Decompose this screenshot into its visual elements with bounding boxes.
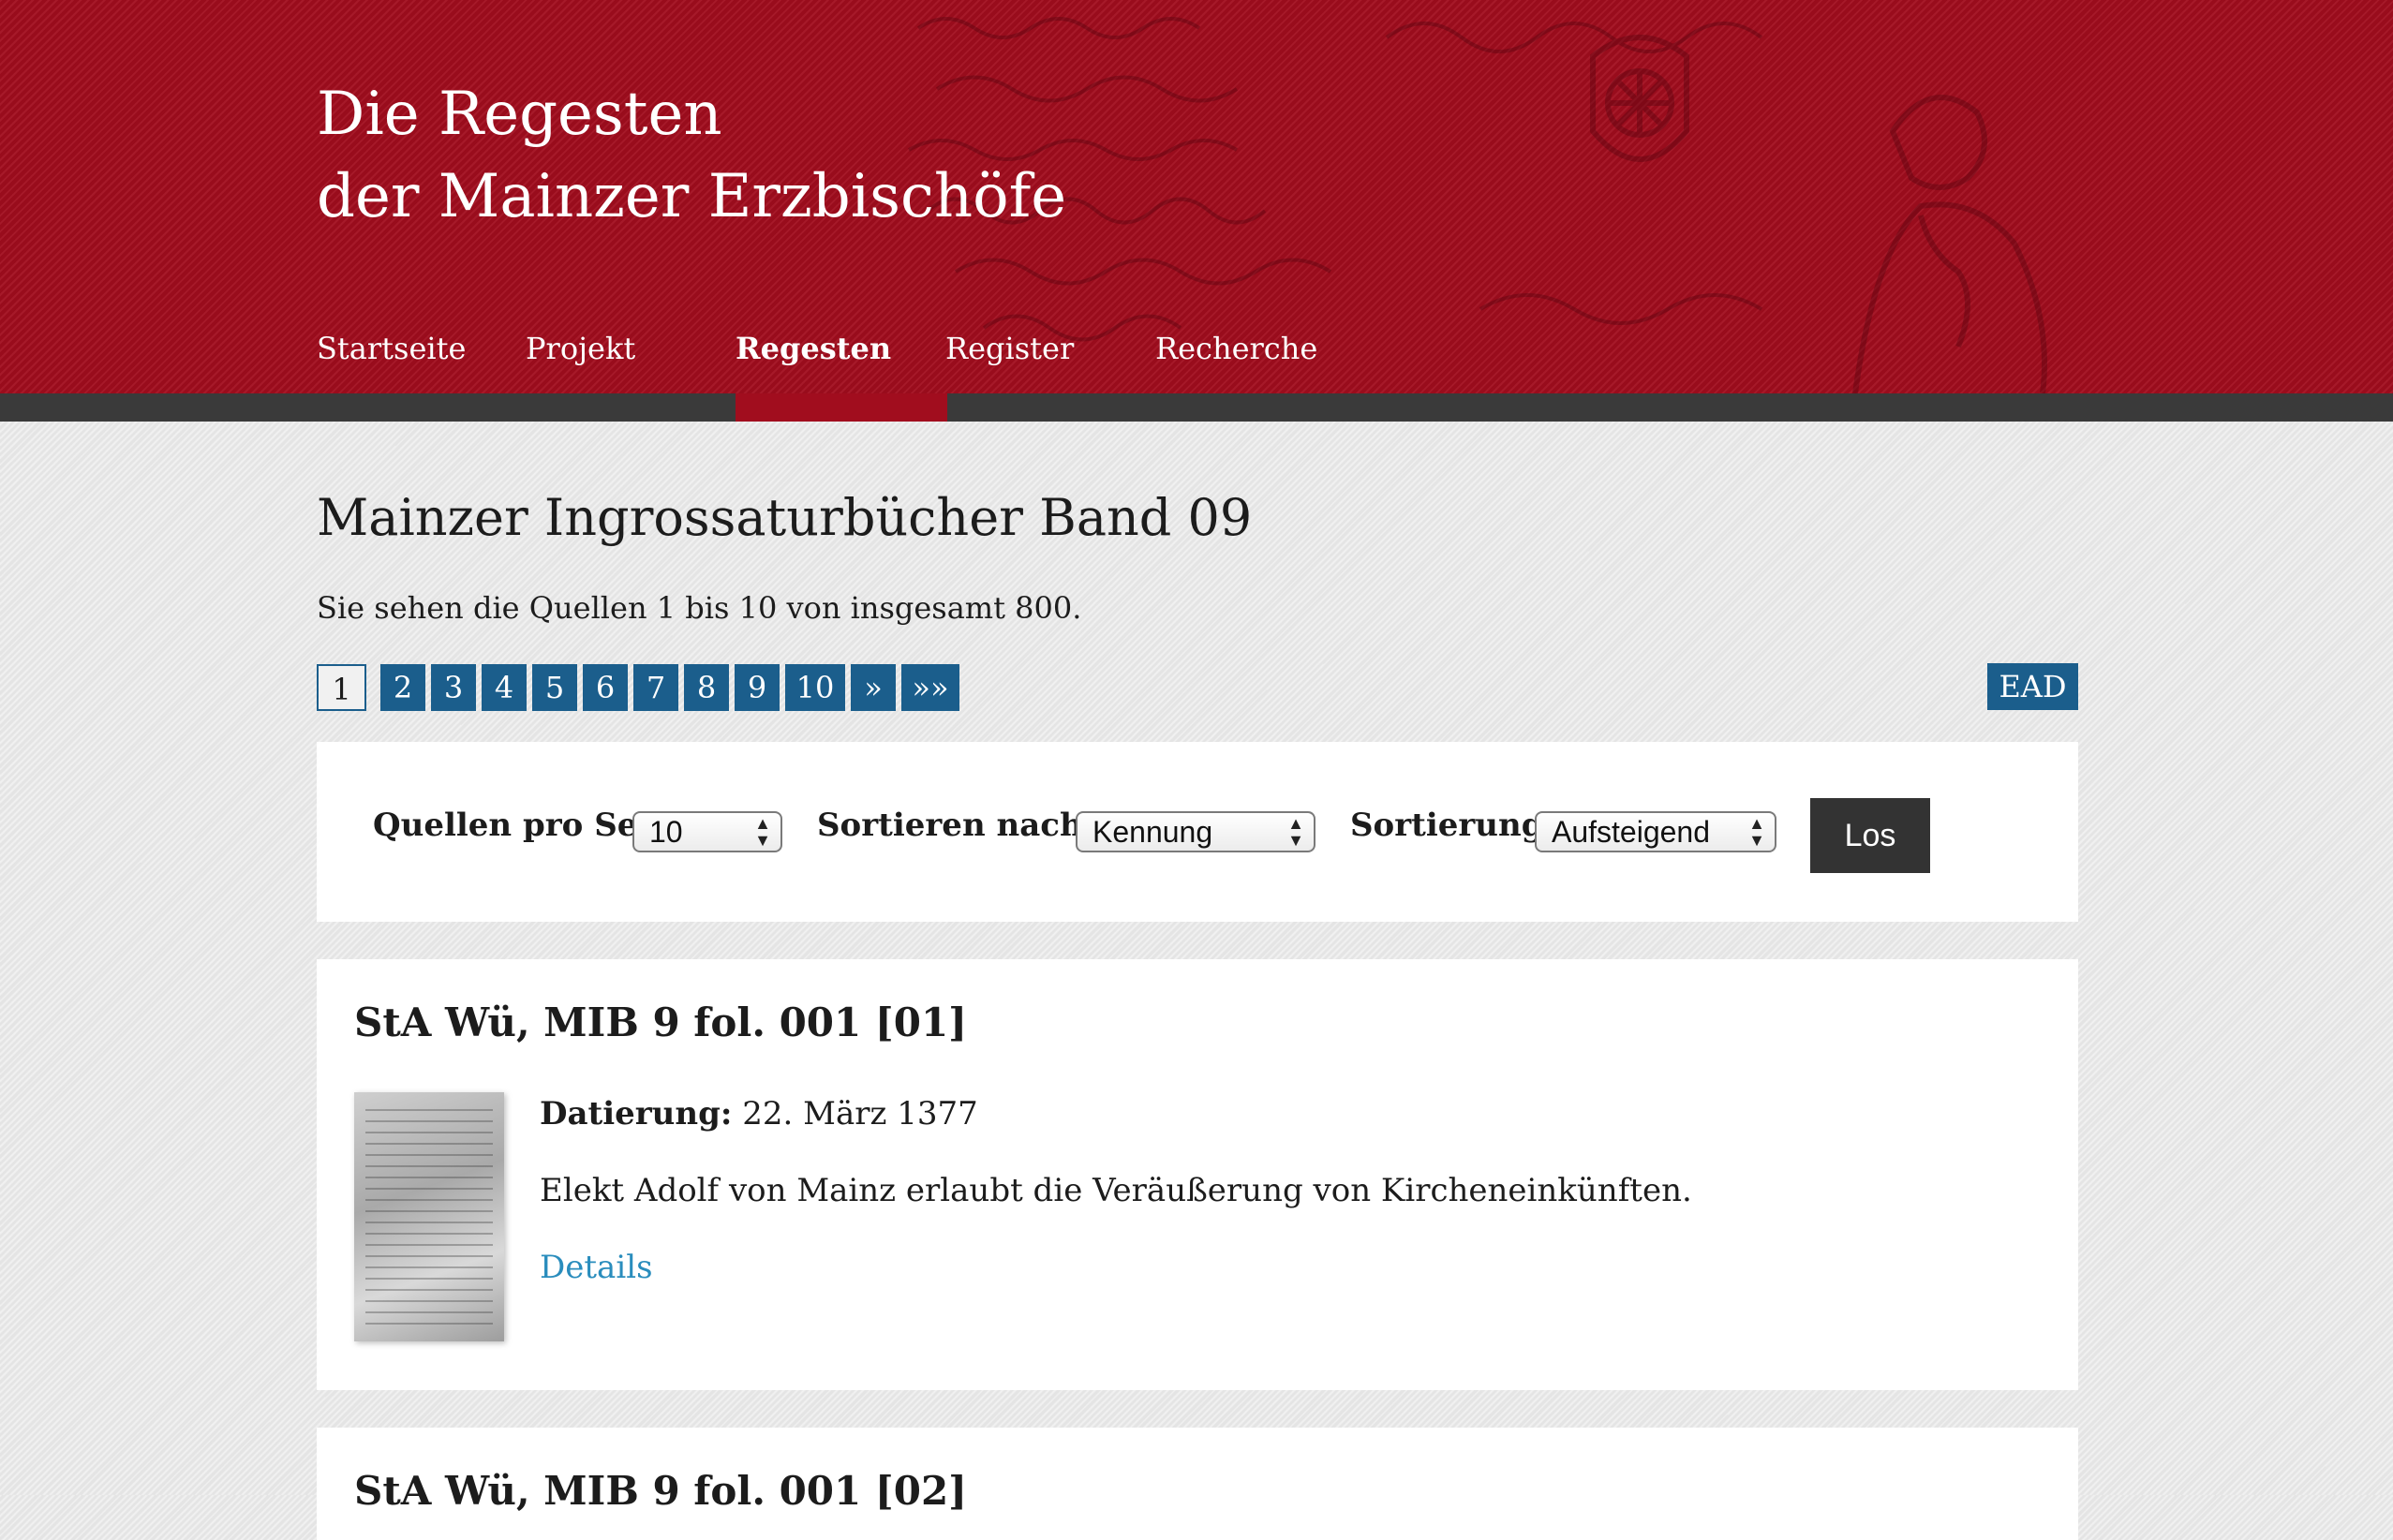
page-title: Mainzer Ingrossaturbücher Band 09 (317, 488, 1253, 547)
record-title[interactable]: StA Wü, MIB 9 fol. 001 [02] (354, 1463, 967, 1519)
record-card: StA Wü, MIB 9 fol. 001 [01] Datierung: 2… (317, 959, 2078, 1390)
nav-active-indicator (736, 393, 947, 422)
nav-item-startseite[interactable]: Startseite (317, 309, 466, 393)
nav-item-projekt[interactable]: Projekt (526, 309, 635, 393)
page-button-9[interactable]: 9 (735, 664, 780, 711)
per-page-select[interactable]: 10 ▲ ▼ (632, 811, 782, 852)
site-title-line-1: Die Regesten (317, 80, 722, 149)
order-select[interactable]: Aufsteigend ▲ ▼ (1535, 811, 1776, 852)
order-label: Sortierung (1350, 807, 1544, 844)
nav-strip (0, 393, 2393, 422)
submit-filter-button[interactable]: Los (1810, 798, 1930, 873)
nav-item-recherche[interactable]: Recherche (1155, 309, 1317, 393)
record-date: Datierung: 22. März 1377 (540, 1092, 978, 1135)
page-button-7[interactable]: 7 (633, 664, 678, 711)
next-page-button[interactable]: » (851, 664, 896, 711)
page-button-10[interactable]: 10 (785, 664, 845, 711)
nav-item-regesten[interactable]: Regesten (736, 309, 891, 393)
page-button-4[interactable]: 4 (482, 664, 527, 711)
select-arrows-icon: ▲ ▼ (754, 814, 771, 850)
site-header: Die Regesten der Mainzer Erzbischöfe Sta… (0, 0, 2393, 393)
record-title[interactable]: StA Wü, MIB 9 fol. 001 [01] (354, 995, 967, 1051)
manuscript-thumbnail[interactable] (354, 1092, 504, 1341)
select-arrows-icon: ▲ ▼ (1748, 814, 1765, 850)
page-button-8[interactable]: 8 (684, 664, 729, 711)
page-button-1[interactable]: 1 (317, 664, 366, 711)
page-button-5[interactable]: 5 (532, 664, 577, 711)
sort-by-value: Kennung (1092, 815, 1213, 849)
nav-item-register[interactable]: Register (945, 309, 1074, 393)
page-button-2[interactable]: 2 (380, 664, 425, 711)
site-title: Die Regesten der Mainzer Erzbischöfe (317, 73, 1066, 238)
result-count-text: Sie sehen die Quellen 1 bis 10 von insge… (317, 590, 1082, 626)
main-nav: Startseite Projekt Regesten Register Rec… (0, 309, 2393, 393)
last-page-button[interactable]: »» (901, 664, 959, 711)
site-title-line-2: der Mainzer Erzbischöfe (317, 162, 1067, 231)
record-card: StA Wü, MIB 9 fol. 001 [02] (317, 1428, 2078, 1540)
page-button-3[interactable]: 3 (431, 664, 476, 711)
per-page-value: 10 (649, 815, 683, 849)
filter-panel: Quellen pro Seite 10 ▲ ▼ Sortieren nach K… (317, 742, 2078, 922)
page-button-6[interactable]: 6 (583, 664, 628, 711)
sort-by-select[interactable]: Kennung ▲ ▼ (1076, 811, 1315, 852)
select-arrows-icon: ▲ ▼ (1287, 814, 1304, 850)
sort-by-label: Sortieren nach (817, 807, 1083, 844)
ead-export-button[interactable]: EAD (1987, 663, 2078, 710)
details-link[interactable]: Details (540, 1246, 653, 1289)
date-label: Datierung: (540, 1095, 733, 1133)
order-value: Aufsteigend (1552, 815, 1711, 849)
date-value: 22. März 1377 (742, 1095, 978, 1133)
record-summary: Elekt Adolf von Mainz erlaubt die Veräuß… (540, 1172, 1692, 1209)
